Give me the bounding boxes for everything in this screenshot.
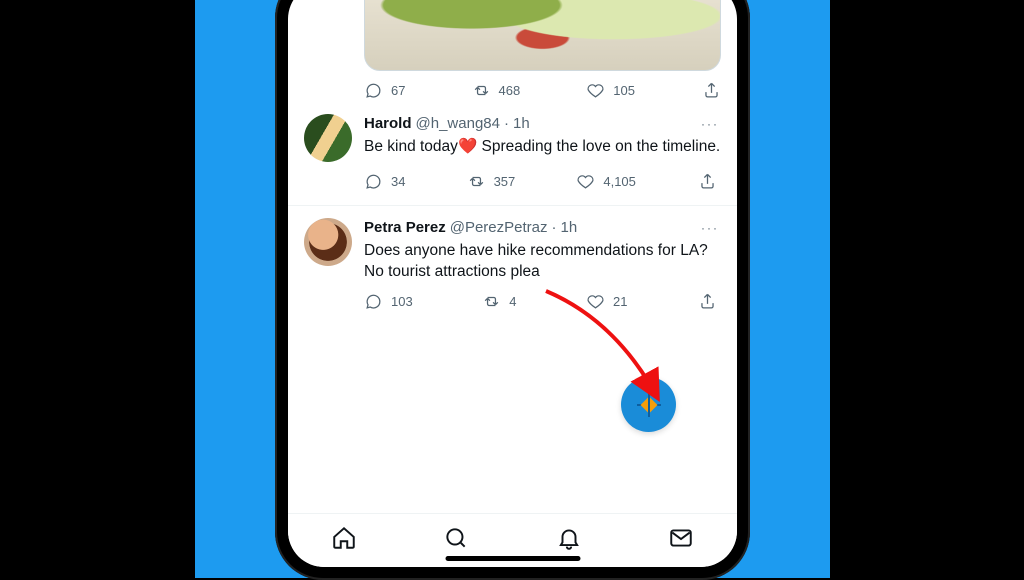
mail-icon (668, 525, 694, 551)
author-handle[interactable]: @h_wang84 (416, 114, 500, 134)
retweet-icon (472, 81, 491, 100)
tab-home[interactable] (331, 525, 357, 556)
more-button[interactable]: ··· (699, 114, 721, 134)
share-icon (698, 292, 717, 311)
like-count: 105 (613, 83, 635, 98)
reply-icon (364, 292, 383, 311)
retweet-icon (482, 292, 501, 311)
author-name[interactable]: Petra Perez (364, 218, 446, 238)
tweet-petra[interactable]: Petra Perez @PerezPetraz · 1h ··· Does a… (288, 206, 737, 325)
tab-messages[interactable] (668, 525, 694, 556)
search-icon (443, 525, 469, 551)
retweet-icon (467, 172, 486, 191)
reply-icon (364, 81, 383, 100)
text-part: Be kind today (364, 138, 458, 155)
reply-button[interactable]: 34 (364, 172, 405, 191)
touch-indicator (621, 377, 676, 432)
retweet-count: 468 (499, 83, 521, 98)
heart-emoji: ❤️ (458, 138, 477, 155)
share-button[interactable] (698, 292, 717, 311)
share-icon (702, 81, 721, 100)
reply-icon (364, 172, 383, 191)
media-image[interactable]: gettyimages Wu Meng Li / EyeEm (364, 0, 721, 71)
tab-search[interactable] (443, 525, 469, 556)
more-button[interactable]: ··· (699, 218, 721, 238)
avatar[interactable] (304, 218, 352, 266)
heart-icon (586, 292, 605, 311)
text-part: Spreading the love on the timeline. (477, 138, 720, 155)
timeline-feed[interactable]: gettyimages Wu Meng Li / EyeEm 67 468 (288, 0, 737, 567)
share-icon (698, 172, 717, 191)
tweet-text: Does anyone have hike recommendations fo… (364, 240, 721, 282)
like-button[interactable]: 21 (586, 292, 627, 311)
dot-separator: · (504, 114, 509, 134)
tweet-text: Be kind today❤️ Spreading the love on th… (364, 136, 721, 157)
reply-button[interactable]: 103 (364, 292, 413, 311)
bell-icon (556, 525, 582, 551)
home-icon (331, 525, 357, 551)
retweet-button[interactable]: 357 (467, 172, 516, 191)
tweet-harold[interactable]: Harold @h_wang84 · 1h ··· Be kind today❤… (288, 102, 737, 206)
retweet-button[interactable]: 4 (482, 292, 516, 311)
like-button[interactable]: 4,105 (576, 172, 636, 191)
phone-bezel: gettyimages Wu Meng Li / EyeEm 67 468 (275, 0, 750, 580)
author-handle[interactable]: @PerezPetraz (450, 218, 548, 238)
avatar[interactable] (304, 114, 352, 162)
retweet-count: 357 (494, 174, 516, 189)
retweet-count: 4 (509, 294, 516, 309)
reply-count: 67 (391, 83, 405, 98)
home-indicator (445, 556, 580, 561)
dot-separator: · (551, 218, 556, 238)
heart-icon (586, 81, 605, 100)
retweet-button[interactable]: 468 (472, 81, 521, 100)
phone-screen: gettyimages Wu Meng Li / EyeEm 67 468 (288, 0, 737, 567)
timestamp[interactable]: 1h (513, 114, 530, 134)
like-count: 4,105 (603, 174, 636, 189)
like-button[interactable]: 105 (586, 81, 635, 100)
share-button[interactable] (702, 81, 721, 100)
reply-count: 103 (391, 294, 413, 309)
tab-notifications[interactable] (556, 525, 582, 556)
author-name[interactable]: Harold (364, 114, 412, 134)
tweet-media[interactable]: gettyimages Wu Meng Li / EyeEm (364, 0, 721, 71)
reply-button[interactable]: 67 (364, 81, 405, 100)
heart-icon (576, 172, 595, 191)
share-button[interactable] (698, 172, 717, 191)
reply-count: 34 (391, 174, 405, 189)
timestamp[interactable]: 1h (560, 218, 577, 238)
touch-marker-icon (640, 396, 657, 413)
like-count: 21 (613, 294, 627, 309)
